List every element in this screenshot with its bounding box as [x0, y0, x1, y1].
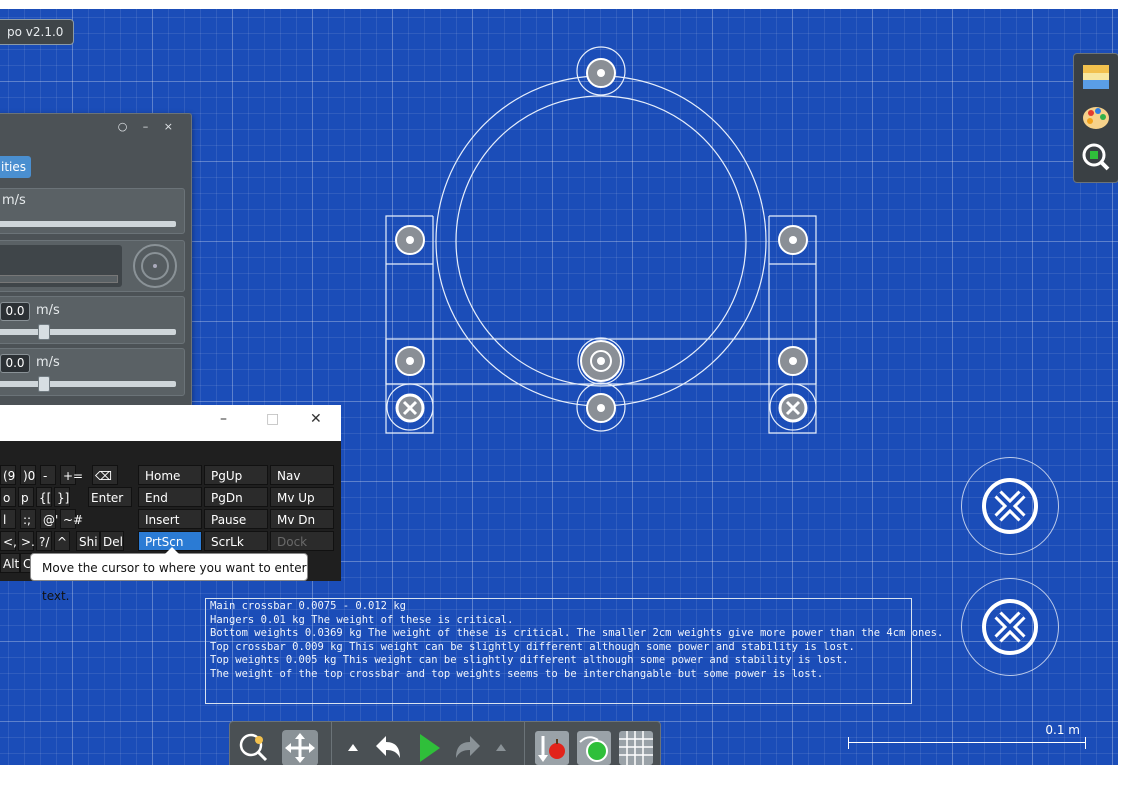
osk-minimize-button[interactable]: – [220, 411, 227, 427]
velocity-x-slider-thumb[interactable] [37, 324, 50, 340]
osk-key[interactable]: (9 [0, 465, 16, 485]
osk-key[interactable]: - [40, 465, 56, 485]
osk-key[interactable]: ~# [60, 509, 83, 529]
osk-maximize-button[interactable]: □ [266, 411, 279, 427]
osk-key[interactable]: ⌫ [92, 465, 118, 485]
osk-key[interactable]: <, [0, 531, 17, 551]
info-line: Hangers 0.01 kg The weight of these is c… [210, 613, 514, 626]
osk-key[interactable]: }] [54, 487, 70, 507]
osk-key-dock[interactable]: Dock [270, 531, 334, 551]
osk-key-scrlk[interactable]: ScrLk [204, 531, 268, 551]
osk-key-nav[interactable]: Nav [270, 465, 334, 485]
undo-history-up-icon[interactable] [342, 730, 364, 765]
redo-history-up-icon[interactable] [490, 730, 512, 765]
osk-key-pgdn[interactable]: PgDn [204, 487, 268, 507]
panel-window-controls[interactable]: ○ – × [118, 120, 179, 133]
speed-row: m/s [0, 188, 185, 234]
tab-velocities[interactable]: ities [0, 156, 31, 178]
velocity-x-input[interactable]: 0.0 [0, 302, 30, 321]
velocity-x-slider[interactable] [0, 324, 176, 340]
grid-icon[interactable] [618, 730, 654, 765]
osk-key-mv-dn[interactable]: Mv Dn [270, 509, 334, 529]
velocity-y-unit: m/s [36, 355, 60, 370]
osk-key[interactable]: @' [40, 509, 58, 529]
osk-tooltip: Move the cursor to where you want to ent… [30, 547, 308, 603]
info-line: Top crossbar 0.009 kg This weight can be… [210, 640, 855, 653]
osk-key[interactable]: {[ [36, 487, 52, 507]
velocity-x-row: 0.0 m/s [0, 296, 185, 344]
velocity-y-slider-thumb[interactable] [37, 376, 50, 392]
osk-key[interactable]: += [60, 465, 83, 485]
bottom-toolbar [229, 721, 661, 765]
palette-icon[interactable] [1081, 102, 1111, 132]
osk-titlebar: – □ ✕ [0, 405, 341, 441]
osk-close-button[interactable]: ✕ [310, 411, 322, 427]
fixed-anchor-icon [982, 478, 1038, 534]
osk-key[interactable]: p [18, 487, 34, 507]
osk-key[interactable]: :; [20, 509, 36, 529]
zoom-icon[interactable] [236, 730, 272, 765]
velocity-x-unit: m/s [36, 303, 60, 318]
angle-bar [0, 275, 118, 283]
right-toolbar [1073, 53, 1118, 183]
osk-key[interactable]: Alt [0, 553, 20, 573]
info-line: Main crossbar 0.0075 - 0.012 kg [210, 600, 406, 612]
info-line: The weight of the top crossbar and top w… [210, 667, 824, 680]
layers-icon[interactable] [1081, 62, 1111, 92]
osk-key[interactable]: Enter [88, 487, 132, 507]
move-icon [285, 733, 315, 763]
info-line: Bottom weights 0.0369 kg The weight of t… [210, 627, 944, 639]
osk-key-pause[interactable]: Pause [204, 509, 268, 529]
scale-bar: 0.1 m [848, 723, 1086, 749]
osk-key[interactable]: Shi [76, 531, 100, 551]
osk-key[interactable]: l [0, 509, 16, 529]
velocity-y-slider[interactable] [0, 376, 176, 392]
osk-key[interactable]: ?/ [36, 531, 52, 551]
fixed-anchor-icon [982, 599, 1038, 655]
speed-slider[interactable] [0, 221, 176, 227]
osk-key-pgup[interactable]: PgUp [204, 465, 268, 485]
velocity-y-row: 0.0 m/s [0, 348, 185, 396]
redo-icon[interactable] [450, 730, 486, 765]
zoom-to-fit-icon[interactable] [1081, 142, 1111, 172]
osk-key-home[interactable]: Home [138, 465, 202, 485]
speed-unit: m/s [2, 193, 26, 208]
version-badge: po v2.1.0 [0, 19, 75, 45]
osk-key[interactable]: Del [100, 531, 124, 551]
velocity-y-input[interactable]: 0.0 [0, 354, 30, 373]
undo-icon[interactable] [370, 730, 406, 765]
properties-panel: ○ – × ities m/s 0.0 m/s 0.0 m/s [0, 113, 192, 407]
pivot-points [395, 58, 808, 423]
play-icon[interactable] [410, 730, 446, 765]
angle-row [0, 240, 185, 292]
move-tool-button[interactable] [282, 730, 318, 765]
angle-dial[interactable] [132, 243, 178, 289]
osk-key-mv-up[interactable]: Mv Up [270, 487, 334, 507]
osk-key[interactable]: o [0, 487, 16, 507]
info-line: Top weights 0.005 kg This weight can be … [210, 654, 849, 666]
info-text-box[interactable]: Main crossbar 0.0075 - 0.012 kg Hangers 0… [205, 598, 944, 704]
osk-key[interactable]: >. [18, 531, 35, 551]
anchor-tool-button[interactable] [961, 457, 1059, 555]
osk-key-insert[interactable]: Insert [138, 509, 202, 529]
osk-key-end[interactable]: End [138, 487, 202, 507]
physics-settings-icon[interactable] [576, 730, 612, 765]
osk-key[interactable]: ^ [54, 531, 70, 551]
osk-key[interactable]: )0 [20, 465, 36, 485]
scale-label: 0.1 m [1045, 723, 1080, 737]
gravity-apple-icon[interactable] [534, 730, 570, 765]
blueprint-canvas[interactable]: po v2.1.0 ○ – × ities m/s 0.0 m/s 0.0 m/… [0, 9, 1118, 765]
anchor-tool-button-2[interactable] [961, 578, 1059, 676]
